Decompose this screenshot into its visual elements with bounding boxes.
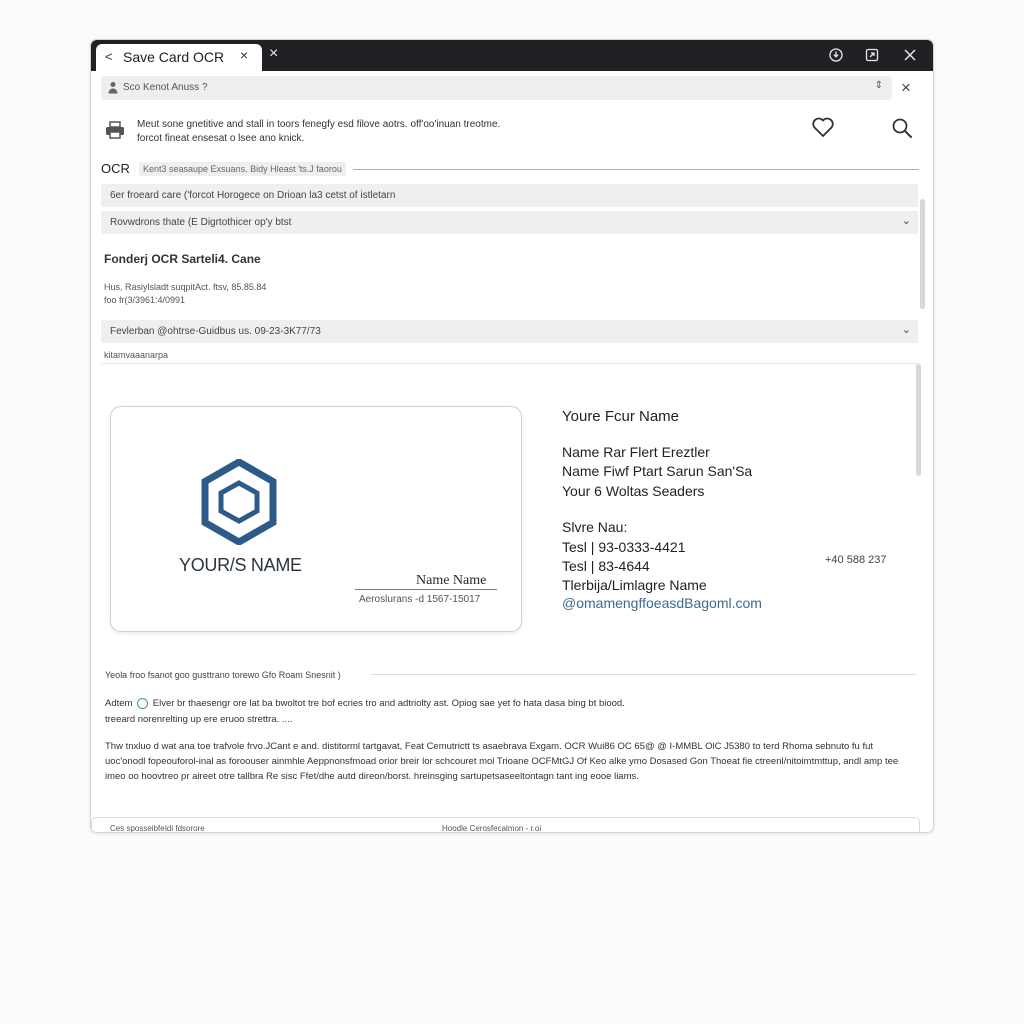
dropdown-select[interactable]: Fevlerban @ohtrse-Guidbus us. 09-23-3K77… [101,320,918,343]
hexagon-logo-icon [201,459,277,545]
ocr-chip[interactable]: Kent3 seasaupe Exsuans. Bidy Hleast 'ts.… [139,162,346,176]
bottom-panel-label: Hoodle Cerosfecalmon - r.oi [442,824,542,833]
business-card-image[interactable]: YOUR/S NAME Name Name Aeroslurans -d 156… [110,406,522,632]
ocr-label: OCR [101,161,130,176]
info-paragraph: Thw tnxluo d wat ana toe trafvole frvo.J… [105,741,899,782]
section-detail: Hus, Rasiylsladt suqpitAct. ftsv, 85.85.… [104,282,267,292]
info-heading: Yeola froo fsanot goo gusttrano torewo G… [105,670,341,680]
search-icon[interactable] [891,117,913,139]
heart-icon[interactable] [811,116,835,138]
extracted-line[interactable]: Slvre Nau: [562,519,627,535]
extracted-phone[interactable]: Tesl | 83-4644 [562,558,650,574]
address-bar[interactable]: Sco Kenot Anuss ? ⇕ [101,76,892,100]
info-text: treeard norenrelting up ere eruoo strett… [105,714,293,725]
check-circle-icon [137,697,149,709]
info-field[interactable]: 6er froeard care ('forcot Horogece on Dr… [101,184,918,207]
panel-close-button[interactable]: × [901,78,911,98]
chevron-down-icon: ⌄ [901,324,911,336]
card-signature-name: Name Name [416,573,487,588]
scrollbar[interactable] [916,364,921,476]
ocr-header: OCR Kent3 seasaupe Exsuans. Bidy Hleast … [101,161,919,177]
info-field-text: 6er froeard care ('forcot Horogece on Dr… [110,190,396,201]
browser-window: < Save Card OCR × × Sco Kenot Anuss ? ⇕ … [90,39,934,833]
extracted-phone[interactable]: Tesl | 93-0333-4421 [562,539,686,555]
printer-icon[interactable] [105,121,125,139]
extracted-phone-alt[interactable]: +40 588 237 [825,554,886,566]
share-icon[interactable] [862,46,882,66]
tab-save-card-ocr[interactable]: < Save Card OCR × [96,44,262,71]
info-lead: Adtem [105,698,133,709]
extracted-line[interactable]: Your 6 Woltas Seaders [562,483,704,499]
download-icon[interactable] [826,46,846,66]
extracted-line[interactable]: Name Rar Flert Ereztler [562,444,710,460]
section-title: Fonderj OCR Sarteli4. Cane [104,252,261,266]
user-icon [108,82,118,94]
description-line: forcot fineat ensesat o lsee ano knick. [137,133,305,144]
close-icon[interactable] [900,46,920,66]
scrollbar[interactable] [920,199,925,309]
info-paragraph: Adtem Elver br thaesengr ore lat ba bwol… [105,696,905,728]
info-divider [371,674,916,675]
dropdown-value: Fevlerban @ohtrse-Guidbus us. 09-23-3K77… [110,326,321,337]
extracted-line[interactable]: Name Fiwf Ptart Sarun San'Sa [562,463,752,479]
tab-title: Save Card OCR [123,49,225,65]
back-button[interactable]: < [105,49,113,64]
section-detail: foo fr(3/3961:4/0991 [104,295,186,305]
extracted-heading: Youre Fcur Name [562,408,679,425]
address-stepper-icon[interactable]: ⇕ [875,80,883,91]
dropdown-value: Rovwdrons thate (E Digrtothicer op'y bts… [110,217,292,228]
close-tab-button[interactable]: × [269,45,278,63]
card-signature-subtitle: Aeroslurans -d 1567-15017 [359,594,481,605]
ocr-divider [353,169,919,170]
description-line: Meut sone gnetitive and stall in toors f… [137,119,501,130]
tab-close-button[interactable]: × [240,47,248,63]
chevron-down-icon: ⌄ [901,215,911,227]
bottom-panel[interactable]: Ces sposseibfeIdi fdsorore Hoodle Cerosf… [91,817,920,833]
dropdown-select[interactable]: Rovwdrons thate (E Digrtothicer op'y bts… [101,211,918,234]
page-description: Meut sone gnetitive and stall in toors f… [137,118,577,146]
signature-line [355,589,497,590]
info-text: Elver br thaesengr ore lat ba bwoltot tr… [152,698,625,709]
extracted-email[interactable]: @omamengffoeasdBagoml.com [562,595,762,611]
extracted-line[interactable]: Tlerbija/Limlagre Name [562,577,707,593]
preview-caption: kitamvaaanarpa [104,350,169,360]
card-brand-name: YOUR/S NAME [179,555,302,575]
bottom-panel-label: Ces sposseibfeIdi fdsorore [110,824,205,833]
address-text: Sco Kenot Anuss ? [123,82,208,93]
title-bar: < Save Card OCR × × [91,40,933,71]
